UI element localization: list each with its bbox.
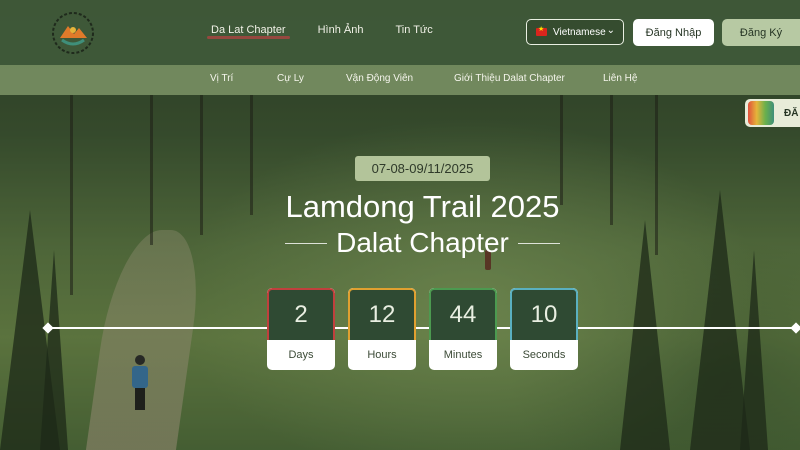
top-header: Da Lat Chapter Hình Ảnh Tin Tức Vietname… bbox=[0, 0, 800, 65]
countdown-value: 2 bbox=[267, 288, 335, 340]
lamdong-trail-logo[interactable] bbox=[48, 8, 98, 58]
countdown-label: Hours bbox=[367, 349, 397, 361]
countdown-timer: 2 Days 12 Hours 44 Minutes 10 Seconds bbox=[267, 288, 578, 370]
register-button[interactable]: Đăng Ký bbox=[722, 19, 800, 46]
countdown-value: 10 bbox=[510, 288, 578, 340]
countdown-value: 12 bbox=[348, 288, 416, 340]
nav-da-lat-chapter[interactable]: Da Lat Chapter bbox=[207, 24, 290, 39]
sub-nav-bar: Vị Trí Cự Ly Vận Động Viên Giới Thiệu Da… bbox=[0, 65, 800, 95]
subnav-vi-tri[interactable]: Vị Trí bbox=[210, 73, 233, 84]
logo-icon bbox=[52, 12, 94, 54]
countdown-label: Seconds bbox=[522, 349, 566, 361]
event-date-badge: 07-08-09/11/2025 bbox=[355, 156, 490, 181]
language-label: Vietnamese bbox=[553, 26, 606, 38]
side-badge-label: ĐĂ bbox=[784, 107, 799, 119]
nav-tin-tuc[interactable]: Tin Tức bbox=[395, 24, 432, 36]
subnav-cu-ly[interactable]: Cự Ly bbox=[277, 73, 304, 84]
hero-subtitle-row: Dalat Chapter bbox=[285, 226, 561, 260]
countdown-value: 44 bbox=[429, 288, 497, 340]
subnav-gioi-thieu[interactable]: Giới Thiệu Dalat Chapter bbox=[454, 73, 565, 84]
side-register-badge[interactable]: ĐĂ bbox=[745, 99, 800, 127]
countdown-label: Days bbox=[288, 349, 314, 361]
divider-left bbox=[285, 242, 328, 244]
chevron-down-icon: ⌄ bbox=[606, 25, 615, 36]
vietnam-flag-icon bbox=[536, 25, 547, 36]
subnav-van-dong-vien[interactable]: Vận Động Viên bbox=[346, 73, 413, 84]
countdown-label: Minutes bbox=[443, 349, 483, 361]
hero-subtitle: Dalat Chapter bbox=[336, 227, 509, 258]
language-select[interactable]: Vietnamese ⌄ bbox=[526, 19, 624, 45]
subnav-lien-he[interactable]: Liên Hệ bbox=[603, 73, 637, 84]
countdown-seconds: 10 Seconds bbox=[510, 288, 578, 370]
countdown-minutes: 44 Minutes bbox=[429, 288, 497, 370]
hero-title: Lamdong Trail 2025 bbox=[285, 189, 560, 224]
divider-right bbox=[517, 242, 561, 244]
countdown-days: 2 Days bbox=[267, 288, 335, 370]
rainbow-logo-icon bbox=[748, 101, 774, 125]
login-button[interactable]: Đăng Nhập bbox=[633, 19, 714, 46]
countdown-hours: 12 Hours bbox=[348, 288, 416, 370]
nav-hinh-anh[interactable]: Hình Ảnh bbox=[318, 24, 364, 36]
main-nav: Da Lat Chapter Hình Ảnh Tin Tức bbox=[207, 24, 465, 39]
